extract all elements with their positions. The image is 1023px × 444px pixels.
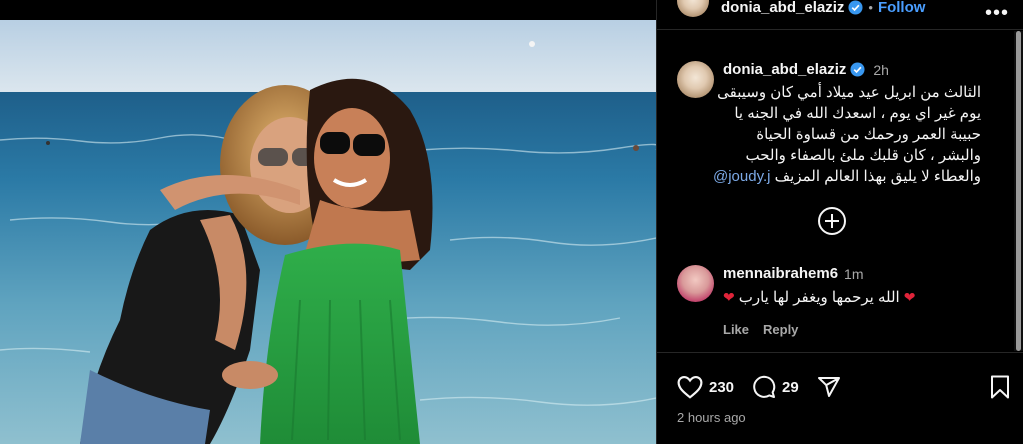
- author-username[interactable]: donia_abd_elaziz: [721, 0, 844, 16]
- caption-text: الثالث من ابريل عيد ميلاد أمي كان وسيبقى…: [711, 82, 981, 187]
- beach-photo-illustration: [0, 20, 656, 444]
- scrollbar-thumb[interactable]: [1016, 31, 1021, 351]
- post-actions-bar: 230 29 2 hours ago: [657, 352, 1023, 444]
- comment-actions: Like Reply: [723, 322, 923, 337]
- comment-like-button[interactable]: Like: [723, 322, 749, 337]
- caption-author-avatar[interactable]: [677, 61, 714, 98]
- comment-body: الله يرحمها ويغفر لها يارب: [738, 289, 900, 306]
- commenter-avatar[interactable]: [677, 265, 714, 302]
- commenter-username[interactable]: mennaibrahem6: [723, 265, 838, 282]
- caption-mention-link[interactable]: @joudy.j: [713, 168, 770, 185]
- comment-reply-button[interactable]: Reply: [763, 322, 798, 337]
- verified-badge-icon: [850, 62, 865, 77]
- more-options-button[interactable]: •••: [985, 2, 1009, 25]
- red-heart-emoji: ❤: [903, 288, 916, 305]
- verified-badge-icon: [848, 0, 863, 15]
- share-icon[interactable]: [817, 375, 841, 399]
- load-more-comments-button[interactable]: [818, 207, 846, 235]
- post-side-panel: donia_abd_elaziz • Follow ••• donia_abd_…: [656, 0, 1023, 444]
- follow-button[interactable]: Follow: [878, 0, 926, 16]
- red-heart-emoji: ❤: [723, 288, 735, 305]
- like-count[interactable]: 230: [709, 379, 734, 396]
- comment-count[interactable]: 29: [782, 379, 799, 396]
- scrollbar[interactable]: [1014, 31, 1023, 351]
- post-timestamp[interactable]: 2 hours ago: [677, 410, 746, 425]
- post-photo: [0, 20, 656, 444]
- post-header: donia_abd_elaziz • Follow •••: [657, 0, 1023, 30]
- comment-icon[interactable]: [752, 375, 776, 399]
- bookmark-icon[interactable]: [989, 375, 1011, 399]
- comment-timestamp: 1m: [844, 265, 864, 282]
- separator-dot: •: [868, 0, 873, 15]
- comment-text: ❤ الله يرحمها ويغفر لها يارب ❤: [723, 288, 923, 307]
- comments-scroll-area[interactable]: donia_abd_elaziz 2h الثالث من ابريل عيد …: [657, 31, 1013, 351]
- author-avatar[interactable]: [677, 0, 709, 17]
- caption-timestamp: 2h: [873, 61, 889, 78]
- comment-item: mennaibrahem6 1m ❤ الله يرحمها ويغفر لها…: [657, 235, 1013, 337]
- heart-icon[interactable]: [677, 375, 703, 399]
- caption-author-username[interactable]: donia_abd_elaziz: [723, 61, 846, 78]
- post-caption: donia_abd_elaziz 2h الثالث من ابريل عيد …: [657, 31, 1013, 187]
